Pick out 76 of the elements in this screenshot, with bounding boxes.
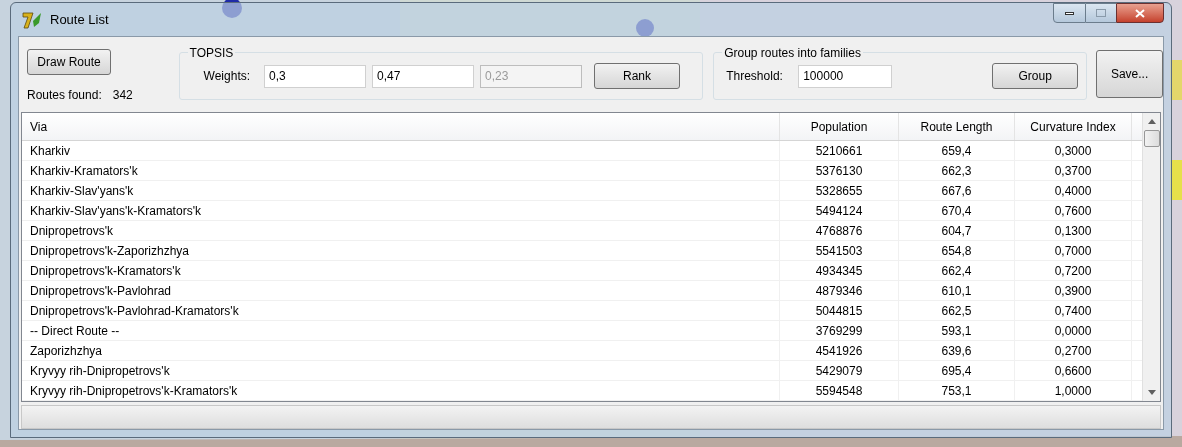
table-cell: 0,0000 — [1015, 321, 1132, 340]
routes-found-value: 342 — [112, 87, 133, 104]
table-cell: 4934345 — [780, 261, 899, 280]
table-cell: 695,4 — [899, 361, 1015, 380]
table-cell: 593,1 — [899, 321, 1015, 340]
table-cell: 3769299 — [780, 321, 899, 340]
table-cell: 0,3900 — [1015, 281, 1132, 300]
group-button[interactable]: Group — [992, 63, 1079, 89]
table-cell: 5429079 — [780, 361, 899, 380]
close-button[interactable] — [1116, 3, 1164, 23]
table-cell: 1,0000 — [1015, 381, 1132, 400]
column-header[interactable]: Route Length — [899, 113, 1015, 140]
table-cell: 667,6 — [899, 181, 1015, 200]
scroll-thumb[interactable] — [1143, 130, 1160, 147]
table-cell: 5494124 — [780, 201, 899, 220]
table-cell: 0,6600 — [1015, 361, 1132, 380]
weight-field[interactable]: 0,3 — [264, 64, 367, 88]
table-cell: 0,7600 — [1015, 201, 1132, 220]
table-cell: 5210661 — [780, 141, 899, 160]
app-icon — [22, 10, 42, 29]
table-cell: 4768876 — [780, 221, 899, 240]
table-cell: Dnipropetrovs'k-Zaporizhzhya — [22, 241, 780, 260]
weights-label: Weights: — [203, 68, 251, 85]
table-cell: 662,4 — [899, 261, 1015, 280]
table-cell: Kharkiv-Slav'yans'k-Kramators'k — [22, 201, 780, 220]
weight-field[interactable]: 0,47 — [372, 64, 475, 88]
save-button[interactable]: Save... — [1096, 50, 1163, 98]
table-cell: Kryvyy rih-Dnipropetrovs'k-Kramators'k — [22, 381, 780, 400]
table-cell: Kharkiv-Slav'yans'k — [22, 181, 780, 200]
scroll-up-icon[interactable] — [1147, 119, 1156, 124]
table-cell: 5376130 — [780, 161, 899, 180]
table-cell: Dnipropetrovs'k-Pavlohrad-Kramators'k — [22, 301, 780, 320]
column-header[interactable]: Via — [22, 113, 780, 140]
table-cell: 0,1300 — [1015, 221, 1132, 240]
threshold-label: Threshold: — [726, 68, 784, 85]
table-cell: 639,6 — [899, 341, 1015, 360]
rank-button[interactable]: Rank — [594, 63, 681, 89]
table-cell: 5044815 — [780, 301, 899, 320]
table-cell: Kryvyy rih-Dnipropetrovs'k — [22, 361, 780, 380]
table-cell: 662,5 — [899, 301, 1015, 320]
table-cell: 4879346 — [780, 281, 899, 300]
table-cell: 659,4 — [899, 141, 1015, 160]
table-cell: 0,3700 — [1015, 161, 1132, 180]
minimize-button[interactable] — [1053, 3, 1086, 23]
table-cell: 610,1 — [899, 281, 1015, 300]
table-cell: 0,4000 — [1015, 181, 1132, 200]
table-cell: Dnipropetrovs'k — [22, 221, 780, 240]
table-cell: 604,7 — [899, 221, 1015, 240]
table-cell: 0,7000 — [1015, 241, 1132, 260]
table-cell: Kharkiv — [22, 141, 780, 160]
scrollbar[interactable] — [1142, 113, 1160, 401]
threshold-field[interactable]: 100000 — [798, 64, 893, 88]
column-header[interactable]: Curvature Index — [1015, 113, 1132, 140]
window-title: Route List — [50, 10, 109, 29]
table-cell: Dnipropetrovs'k-Kramators'k — [22, 261, 780, 280]
table-cell: 5328655 — [780, 181, 899, 200]
table-cell: Dnipropetrovs'k-Pavlohrad — [22, 281, 780, 300]
scroll-down-icon[interactable] — [1147, 390, 1156, 395]
table-cell: 0,3000 — [1015, 141, 1132, 160]
table-cell: 0,7200 — [1015, 261, 1132, 280]
table-cell: 5594548 — [780, 381, 899, 400]
table-cell: Kharkiv-Kramators'k — [22, 161, 780, 180]
table-cell: Zaporizhzhya — [22, 341, 780, 360]
table-cell: 4541926 — [780, 341, 899, 360]
table-cell: 0,2700 — [1015, 341, 1132, 360]
table-cell: -- Direct Route -- — [22, 321, 780, 340]
draw-route-button[interactable]: Draw Route — [27, 49, 111, 75]
table-cell: 670,4 — [899, 201, 1015, 220]
table-cell: 662,3 — [899, 161, 1015, 180]
table-cell: 753,1 — [899, 381, 1015, 400]
table-cell: 0,7400 — [1015, 301, 1132, 320]
table-cell: 5541503 — [780, 241, 899, 260]
routes-found-label: Routes found: — [27, 87, 102, 104]
close-icon — [1135, 8, 1145, 18]
table-cell: 654,8 — [899, 241, 1015, 260]
column-header[interactable]: Population — [780, 113, 899, 140]
